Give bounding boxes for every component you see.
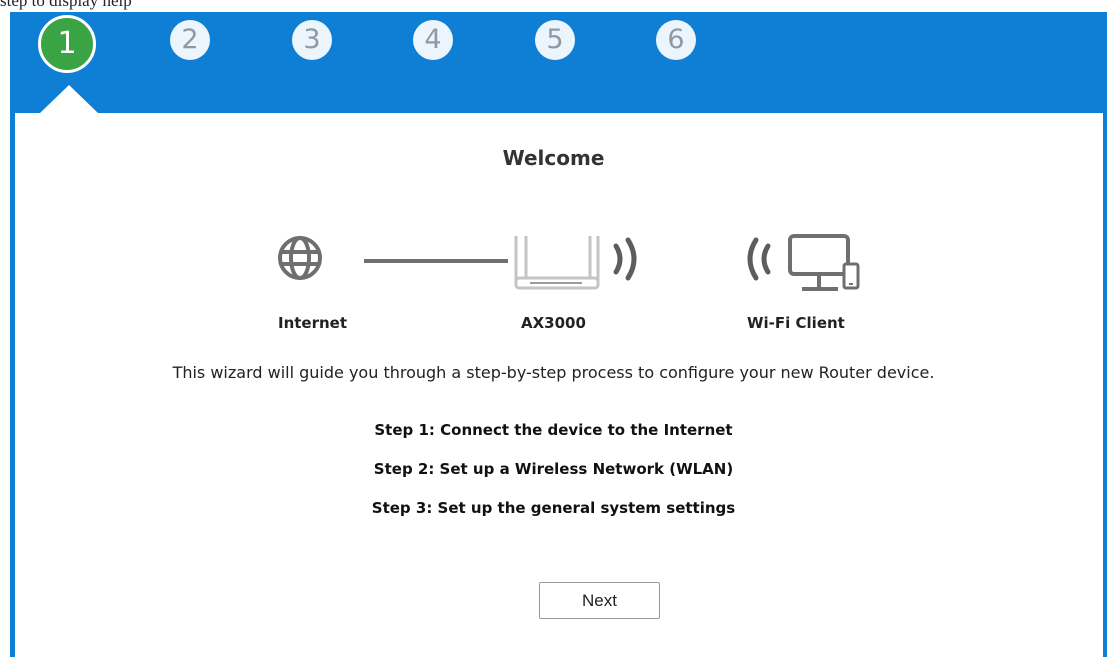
wizard-content-panel	[15, 113, 1103, 657]
client-label: Wi-Fi Client	[747, 314, 845, 332]
step-summary-2: Step 2: Set up a Wireless Network (WLAN)	[373, 460, 734, 478]
wizard-frame: 1 2 3 4 5 6	[10, 12, 1107, 657]
step-number: 1	[57, 26, 77, 61]
wizard-step-6[interactable]: 6	[656, 20, 696, 60]
step-number: 2	[181, 24, 199, 55]
help-text-fragment: step to display help	[0, 0, 132, 10]
frame-border-right	[1103, 113, 1107, 657]
wizard-step-1[interactable]: 1	[38, 15, 96, 73]
step-number: 4	[424, 24, 442, 55]
wifi-signal-icon	[747, 237, 771, 281]
wifi-signal-icon	[613, 237, 637, 281]
internet-label: Internet	[278, 314, 348, 332]
page-title: Welcome	[502, 146, 605, 170]
wizard-description: This wizard will guide you through a ste…	[172, 363, 935, 382]
step-number: 3	[303, 24, 321, 55]
globe-icon	[278, 236, 322, 280]
next-button[interactable]: Next	[539, 582, 660, 619]
router-label: AX3000	[521, 314, 586, 332]
step-summary-3: Step 3: Set up the general system settin…	[371, 499, 736, 517]
step-number: 5	[546, 24, 564, 55]
wizard-step-bar: 1 2 3 4 5 6	[10, 12, 1107, 114]
wizard-step-4[interactable]: 4	[413, 20, 453, 60]
wizard-step-5[interactable]: 5	[535, 20, 575, 60]
router-icon	[514, 236, 600, 290]
connection-line	[364, 259, 508, 263]
computer-phone-icon	[788, 234, 860, 291]
step-summary-1: Step 1: Connect the device to the Intern…	[374, 421, 733, 439]
wizard-step-3[interactable]: 3	[292, 20, 332, 60]
active-step-pointer	[39, 85, 99, 114]
wizard-step-2[interactable]: 2	[170, 20, 210, 60]
step-number: 6	[667, 24, 685, 55]
